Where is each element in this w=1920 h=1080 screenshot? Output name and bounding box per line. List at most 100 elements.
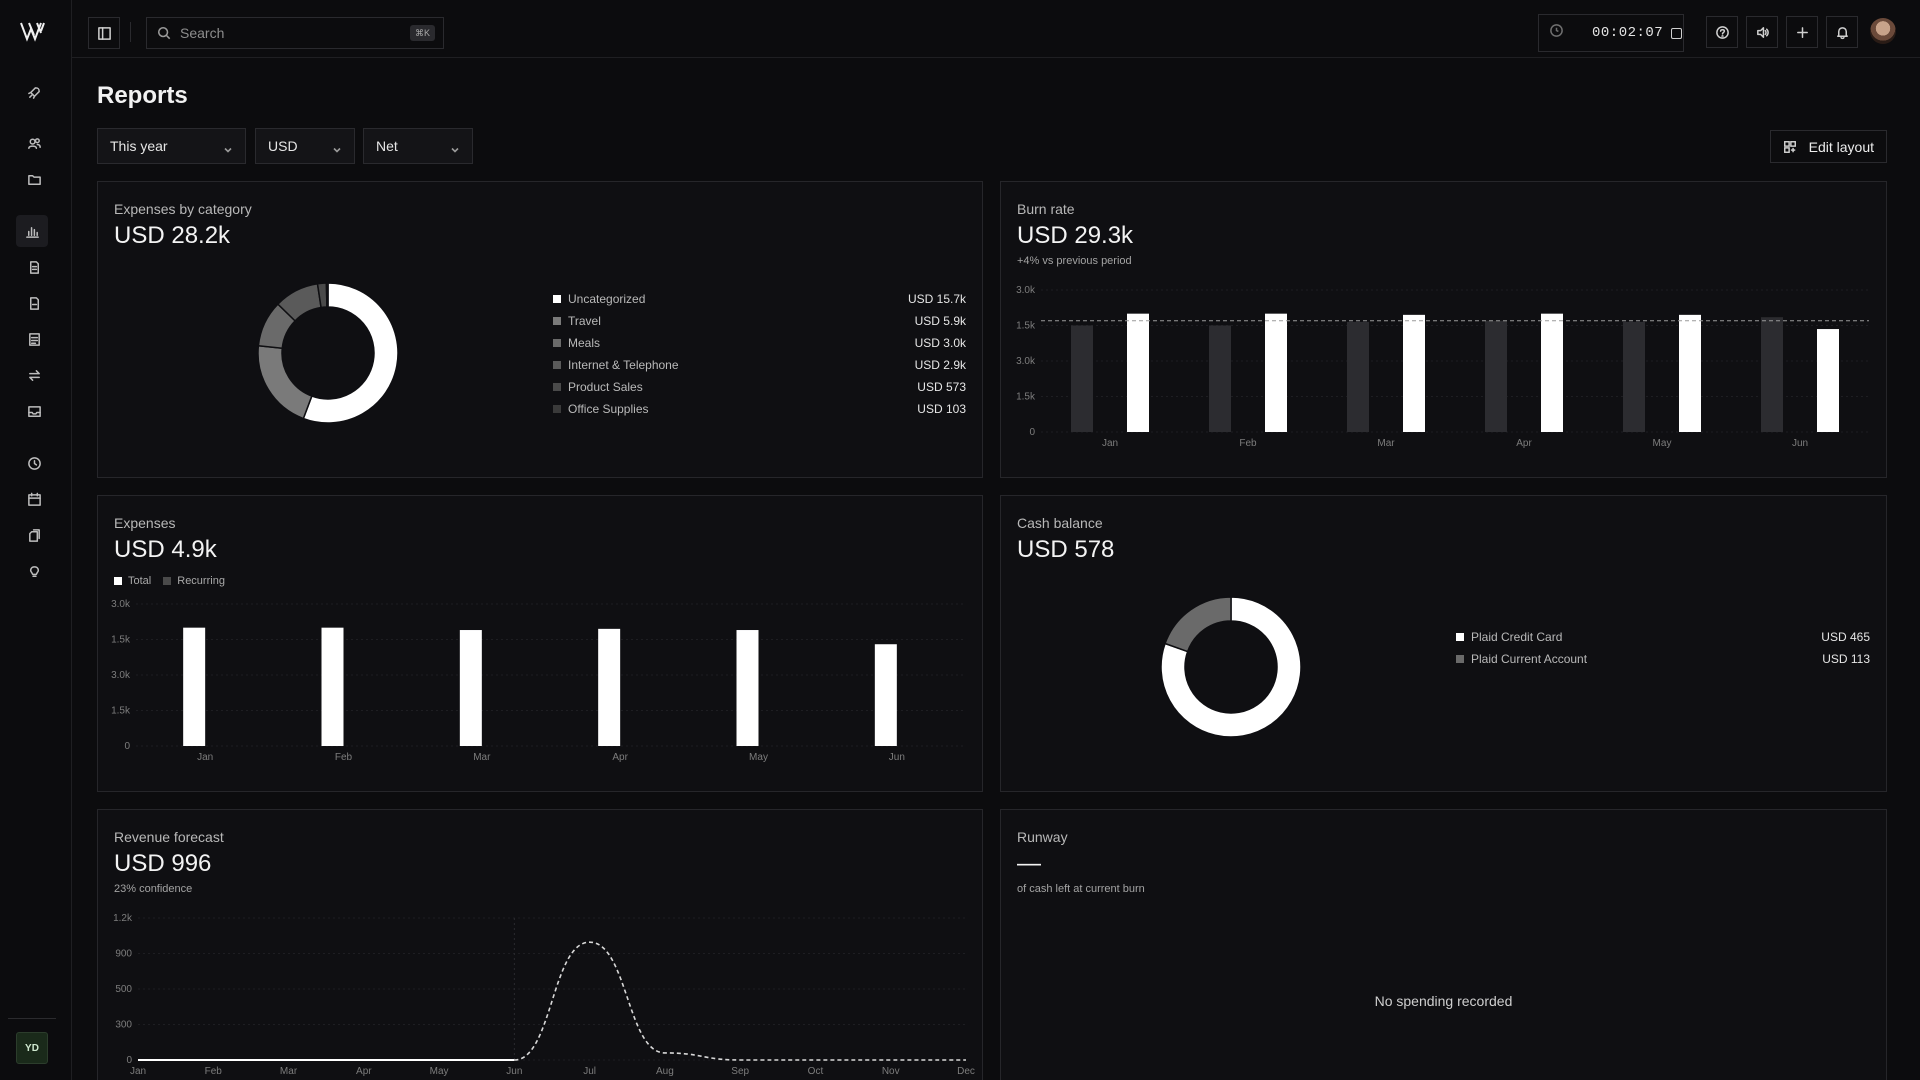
search-icon xyxy=(157,26,171,40)
x-tick-label: Jan xyxy=(197,752,213,763)
runway-card[interactable]: Runway — of cash left at current burn No… xyxy=(1000,809,1887,1080)
legend-label: Plaid Credit Card xyxy=(1471,630,1563,644)
y-tick-label: 1.5k xyxy=(111,635,131,646)
chevron-down-icon xyxy=(223,142,233,153)
bar xyxy=(598,628,621,746)
sidebar-item-folder[interactable] xyxy=(22,167,46,191)
x-tick-label: Jun xyxy=(1792,438,1808,449)
x-tick-label: Feb xyxy=(205,1066,223,1077)
sidebar-item-users[interactable] xyxy=(22,131,46,155)
legend-item: Plaid Credit Card USD 465 xyxy=(1456,629,1870,645)
search-box[interactable]: ⌘K xyxy=(146,17,444,49)
edit-layout-button[interactable]: Edit layout xyxy=(1769,130,1887,163)
clock-icon xyxy=(1549,23,1564,43)
sidebar-item-inbox[interactable] xyxy=(22,399,46,423)
burn-rate-card[interactable]: Burn rate USD 29.3k +4% vs previous peri… xyxy=(1000,181,1887,478)
transfer-icon xyxy=(28,369,40,381)
rocket-icon xyxy=(27,86,40,99)
cash-balance-card[interactable]: Cash balance USD 578 Plaid Credit Card US… xyxy=(1000,495,1887,792)
legend-value: USD 573 xyxy=(917,380,966,394)
bar xyxy=(1485,320,1507,432)
x-tick-label: Apr xyxy=(356,1066,372,1077)
period-select[interactable]: This year xyxy=(97,128,246,164)
legend-item: Office Supplies USD 103 xyxy=(553,401,966,417)
expenses-by-category-card[interactable]: Expenses by category USD 28.2k Uncategor… xyxy=(97,181,983,478)
support-button[interactable] xyxy=(1706,16,1738,48)
card-title: Runway xyxy=(1017,829,1068,845)
legend-label: Plaid Current Account xyxy=(1471,652,1588,666)
legend-value: USD 113 xyxy=(1822,652,1870,666)
toggle-sidebar-button[interactable] xyxy=(88,17,120,49)
x-tick-label: May xyxy=(749,752,768,763)
bar xyxy=(1127,313,1149,432)
y-tick-label: 1.5k xyxy=(1016,392,1036,403)
x-tick-label: Mar xyxy=(473,752,491,763)
bar xyxy=(736,630,759,746)
y-tick-label: 3.0k xyxy=(1016,285,1036,296)
sidebar-item-bar-chart[interactable] xyxy=(16,215,48,247)
currency-select-value: USD xyxy=(268,138,298,154)
legend-swatch xyxy=(553,317,561,325)
x-tick-label: Dec xyxy=(957,1066,975,1077)
expenses-card[interactable]: Expenses USD 4.9k Total Recurring 0 1.5k 3… xyxy=(97,495,983,792)
x-tick-label: May xyxy=(1653,438,1672,449)
x-tick-label: Jan xyxy=(130,1066,146,1077)
series-line-forecast xyxy=(514,941,966,1061)
sidebar-divider xyxy=(8,1018,56,1019)
bar xyxy=(183,627,206,746)
revenue-forecast-card[interactable]: Revenue forecast USD 996 23% confidence … xyxy=(97,809,983,1080)
bar xyxy=(1347,321,1369,432)
chevron-down-icon xyxy=(332,142,342,153)
user-avatar[interactable] xyxy=(1870,18,1896,44)
notifications-button[interactable] xyxy=(1826,16,1858,48)
x-tick-label: Mar xyxy=(1377,438,1395,449)
bell-icon xyxy=(1836,26,1848,39)
search-shortcut: ⌘K xyxy=(409,25,435,41)
mode-select-value: Net xyxy=(376,138,398,154)
donut-slice xyxy=(257,344,313,420)
donut-slice xyxy=(1164,596,1232,653)
bar-chart-icon xyxy=(25,226,39,238)
sidebar-item-calendar[interactable] xyxy=(22,487,46,511)
bar xyxy=(1209,325,1231,432)
app-logo[interactable] xyxy=(20,20,48,42)
sidebar-item-lightbulb[interactable] xyxy=(22,559,46,583)
legend-item: Uncategorized USD 15.7k xyxy=(553,291,966,307)
legend-label: Meals xyxy=(568,336,601,350)
sidebar-item-clock[interactable] xyxy=(22,451,46,475)
legend-value: USD 15.7k xyxy=(907,292,966,306)
sidebar-item-invoice[interactable] xyxy=(22,255,46,279)
sidebar-item-document[interactable] xyxy=(22,327,46,351)
y-tick-label: 3.0k xyxy=(1016,356,1036,367)
time-tracker[interactable]: 00:02:07 xyxy=(1538,14,1684,52)
sidebar-item-receipt[interactable] xyxy=(22,291,46,315)
search-input[interactable] xyxy=(180,25,400,41)
topbar: ⌘K 00:02:07 xyxy=(72,0,1920,58)
audio-button[interactable] xyxy=(1746,16,1778,48)
inbox-icon xyxy=(27,405,41,417)
legend-item: Meals USD 3.0k xyxy=(553,335,966,351)
bar xyxy=(1541,313,1563,432)
mode-select[interactable]: Net xyxy=(363,128,473,164)
x-tick-label: Jun xyxy=(506,1066,522,1077)
sidebar-item-transfer[interactable] xyxy=(22,363,46,387)
user-initials-badge[interactable]: YD xyxy=(16,1032,48,1064)
x-tick-label: Feb xyxy=(335,752,353,763)
sidebar-item-rocket[interactable] xyxy=(22,80,46,104)
add-button[interactable] xyxy=(1786,16,1818,48)
x-tick-label: Apr xyxy=(1516,438,1532,449)
legend-item: Internet & Telephone USD 2.9k xyxy=(553,357,966,373)
bar xyxy=(321,627,344,746)
legend-value: USD 2.9k xyxy=(914,358,966,372)
legend-value: USD 465 xyxy=(1821,630,1870,644)
expenses-by-category-donut xyxy=(257,282,399,424)
legend-item: Product Sales USD 573 xyxy=(553,379,966,395)
y-tick-label: 1.5k xyxy=(111,706,131,717)
stop-timer-icon[interactable] xyxy=(1671,27,1683,39)
legend-label: Internet & Telephone xyxy=(568,358,679,372)
currency-select[interactable]: USD xyxy=(255,128,355,164)
support-icon xyxy=(1715,25,1729,39)
page-title: Reports xyxy=(97,82,188,109)
sidebar-item-files[interactable] xyxy=(22,523,46,547)
empty-state-message: No spending recorded xyxy=(1374,993,1513,1009)
